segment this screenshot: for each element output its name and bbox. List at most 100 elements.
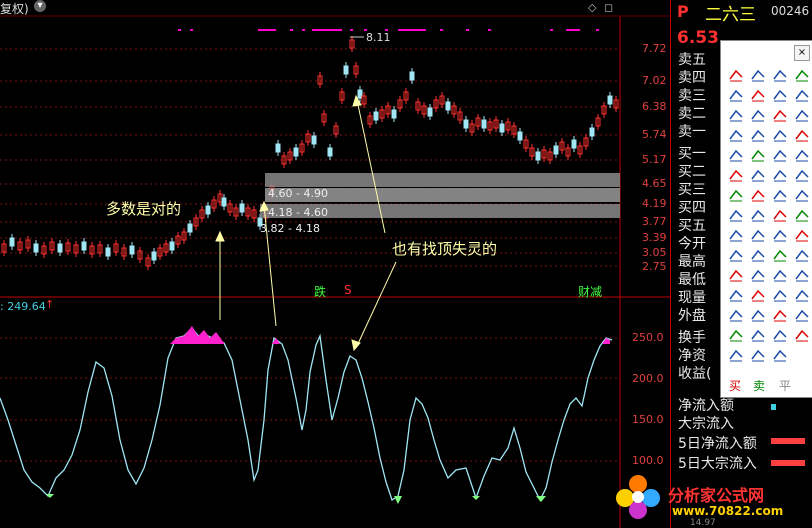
ray-icon[interactable] xyxy=(771,65,789,83)
dropdown-icon[interactable]: ▾ xyxy=(34,0,46,12)
quote-row-label: 净资 xyxy=(678,348,706,364)
high-price-label: 8.11 xyxy=(366,31,391,44)
chevron-icon[interactable] xyxy=(749,245,767,263)
bars-e-icon[interactable] xyxy=(727,225,745,243)
mark-c-icon[interactable] xyxy=(771,345,789,363)
bars-g-icon[interactable] xyxy=(771,225,789,243)
candle-body xyxy=(275,143,281,153)
quote-row-label: 卖五 xyxy=(678,52,706,68)
candle-body xyxy=(589,127,595,137)
candle-body xyxy=(187,223,193,233)
bars-c-icon[interactable] xyxy=(771,205,789,223)
bars-h-icon[interactable] xyxy=(793,225,811,243)
ring-icon[interactable] xyxy=(793,305,811,323)
up-mark-icon[interactable] xyxy=(727,345,745,363)
quote-row-label: 买五 xyxy=(678,218,706,234)
diamond-icon[interactable]: ◇ xyxy=(588,1,596,14)
dots-d-icon[interactable] xyxy=(793,265,811,283)
indicator-value: : 249.64 xyxy=(0,300,46,313)
arrow-down-icon[interactable] xyxy=(749,285,767,303)
triangle-b-icon[interactable] xyxy=(771,245,789,263)
s-icon-icon[interactable] xyxy=(793,325,811,343)
candle-body xyxy=(373,111,379,121)
steps-c-icon[interactable] xyxy=(793,185,811,203)
adjust-label[interactable]: 复权) xyxy=(0,0,29,16)
hline-c-icon[interactable] xyxy=(793,85,811,103)
flat-tool[interactable]: 平 xyxy=(779,377,791,394)
candle-body xyxy=(409,71,415,81)
text-a-icon[interactable] xyxy=(727,305,745,323)
line-b-icon[interactable] xyxy=(727,85,745,103)
zigzag-icon[interactable] xyxy=(727,145,745,163)
hline-icon[interactable] xyxy=(749,85,767,103)
candle-body xyxy=(327,147,333,157)
toolbox-close-button[interactable]: × xyxy=(794,45,810,61)
indicator-tick: 100.0 xyxy=(632,454,664,467)
steps-icon[interactable] xyxy=(749,185,767,203)
candle-body xyxy=(427,107,433,117)
steps-b-icon[interactable] xyxy=(771,185,789,203)
price-tick: 3.05 xyxy=(642,246,667,259)
candle-body xyxy=(571,139,577,149)
price-tick: 4.65 xyxy=(642,177,667,190)
list-icon[interactable] xyxy=(727,185,745,203)
doc-icon[interactable] xyxy=(727,325,745,343)
grid-icon[interactable] xyxy=(793,105,811,123)
dots-c-icon[interactable] xyxy=(771,265,789,283)
line-icon[interactable] xyxy=(749,65,767,83)
sell-tool[interactable]: 卖 xyxy=(753,377,765,394)
bars-d-icon[interactable] xyxy=(793,205,811,223)
quote-row-label: 买四 xyxy=(678,200,706,216)
cursor-icon[interactable] xyxy=(727,65,745,83)
candle-body xyxy=(205,205,211,215)
quote-row-label: 买三 xyxy=(678,182,706,198)
triangle-icon[interactable] xyxy=(727,125,745,143)
gd-icon[interactable] xyxy=(793,165,811,183)
wave-b-icon[interactable] xyxy=(771,145,789,163)
candle-body xyxy=(57,243,63,253)
ga-icon[interactable] xyxy=(771,165,789,183)
wave-c-icon[interactable] xyxy=(727,165,745,183)
buy-tool[interactable]: 买 xyxy=(729,377,741,394)
fan-icon[interactable] xyxy=(727,245,745,263)
text-123-icon[interactable] xyxy=(749,105,767,123)
arrow-b-icon[interactable] xyxy=(793,285,811,303)
wave-icon[interactable] xyxy=(749,145,767,163)
hline-b-icon[interactable] xyxy=(771,85,789,103)
arrow-up-icon[interactable] xyxy=(727,285,745,303)
candle-body xyxy=(517,131,523,141)
arrow-a-icon[interactable] xyxy=(771,285,789,303)
last-price: 6.53 xyxy=(677,28,719,48)
quote-row-label: 外盘 xyxy=(678,308,706,324)
arc-icon[interactable] xyxy=(793,145,811,163)
stock-name: 二六三 xyxy=(705,5,756,25)
bars-icon[interactable] xyxy=(727,205,745,223)
annotation-left: 多数是对的 xyxy=(106,200,182,218)
bars-f-icon[interactable] xyxy=(749,225,767,243)
channel-icon[interactable] xyxy=(727,105,745,123)
restore-icon[interactable]: ◻ xyxy=(604,1,613,14)
band-label: 3.82 - 4.18 xyxy=(260,222,320,235)
cross-icon[interactable] xyxy=(771,305,789,323)
vv-icon[interactable] xyxy=(771,325,789,343)
t-mark-icon[interactable] xyxy=(749,345,767,363)
candle-body xyxy=(463,119,469,129)
segment-icon[interactable] xyxy=(793,65,811,83)
square-icon[interactable] xyxy=(793,245,811,263)
band-label: 4.60 - 4.90 xyxy=(268,187,328,200)
gp-icon[interactable] xyxy=(749,165,767,183)
bars-b-icon[interactable] xyxy=(749,205,767,223)
circle-c-icon[interactable] xyxy=(793,125,811,143)
candle-body xyxy=(169,241,175,251)
circle-icon[interactable] xyxy=(749,125,767,143)
quote-row-label: 最低 xyxy=(678,272,706,288)
dots-b-icon[interactable] xyxy=(749,265,767,283)
box-icon[interactable] xyxy=(749,305,767,323)
vline-icon[interactable] xyxy=(771,105,789,123)
indicator-tick: 250.0 xyxy=(632,331,664,344)
grid-b-icon[interactable] xyxy=(749,325,767,343)
circle-b-icon[interactable] xyxy=(771,125,789,143)
dots-icon[interactable] xyxy=(727,265,745,283)
candle-body xyxy=(343,65,349,75)
marker-down: 跌 xyxy=(314,285,327,299)
